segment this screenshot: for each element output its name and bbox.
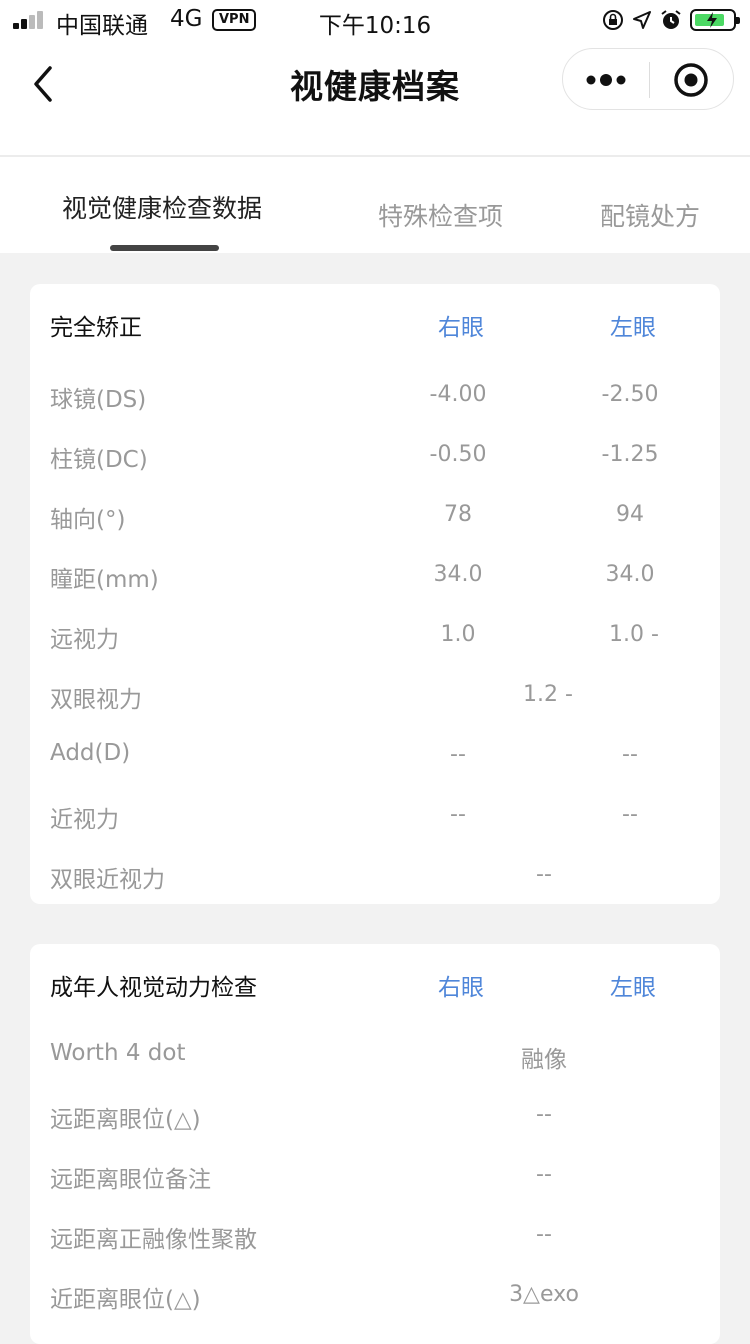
binocular-value: -- bbox=[536, 1102, 552, 1127]
left-eye-value: 94 bbox=[616, 502, 644, 527]
alarm-icon bbox=[661, 10, 681, 29]
card-title: 完全矫正 bbox=[50, 315, 142, 341]
row-label: 远距离正融像性聚散 bbox=[50, 1227, 257, 1253]
more-icon[interactable] bbox=[581, 65, 631, 95]
right-eye-value: 1.0 bbox=[440, 622, 476, 647]
location-arrow-icon bbox=[633, 11, 651, 29]
left-eye-header: 左眼 bbox=[610, 315, 656, 341]
right-eye-value: 78 bbox=[444, 502, 472, 527]
adult-visual-dynamics-card: 成年人视觉动力检查 右眼 左眼 Worth 4 dot 融像 远距离眼位(△) … bbox=[30, 944, 720, 1344]
tab-special-exams[interactable]: 特殊检查项 bbox=[378, 197, 503, 233]
right-eye-header: 右眼 bbox=[438, 975, 484, 1001]
left-eye-value: -2.50 bbox=[601, 382, 659, 407]
binocular-value: -- bbox=[536, 862, 552, 887]
row-label: 柱镜(DC) bbox=[50, 447, 148, 473]
row-label: 近视力 bbox=[50, 807, 119, 833]
binocular-value: -- bbox=[536, 1222, 552, 1247]
left-eye-value: -- bbox=[622, 742, 638, 767]
binocular-value: 3△exo bbox=[509, 1282, 579, 1307]
card-title: 成年人视觉动力检查 bbox=[50, 975, 257, 1001]
mini-program-capsule bbox=[562, 48, 734, 110]
row-label: 远距离眼位(△) bbox=[50, 1107, 201, 1133]
right-eye-value: -0.50 bbox=[429, 442, 487, 467]
row-label: 瞳距(mm) bbox=[50, 567, 159, 593]
binocular-value: -- bbox=[536, 1162, 552, 1187]
full-correction-card: 完全矫正 右眼 左眼 球镜(DS) -4.00 -2.50 柱镜(DC) -0.… bbox=[30, 284, 720, 904]
right-eye-value: -- bbox=[450, 742, 466, 767]
orientation-lock-icon bbox=[603, 10, 623, 30]
left-eye-value: 1.0 - bbox=[609, 622, 659, 647]
row-label: 远视力 bbox=[50, 627, 119, 653]
right-eye-value: 34.0 bbox=[433, 562, 483, 587]
status-bar: 中国联通 4G VPN 下午10:16 bbox=[0, 0, 750, 40]
right-eye-value: -4.00 bbox=[429, 382, 487, 407]
close-miniprogram-icon[interactable] bbox=[673, 62, 709, 98]
right-eye-value: -- bbox=[450, 802, 466, 827]
row-label: 双眼视力 bbox=[50, 687, 142, 713]
status-icons bbox=[602, 7, 740, 33]
tab-bar: 视觉健康检查数据 特殊检查项 配镜处方 bbox=[0, 157, 750, 253]
battery-icon bbox=[690, 9, 740, 31]
row-label: 球镜(DS) bbox=[50, 387, 147, 413]
left-eye-value: 34.0 bbox=[605, 562, 655, 587]
row-label: 远距离眼位备注 bbox=[50, 1167, 211, 1193]
tab-glasses-prescription[interactable]: 配镜处方 bbox=[600, 197, 700, 233]
left-eye-value: -- bbox=[622, 802, 638, 827]
tab-active-indicator bbox=[110, 245, 219, 251]
binocular-value: 1.2 - bbox=[523, 682, 573, 707]
left-eye-value: -1.25 bbox=[601, 442, 659, 467]
row-label: 近距离眼位(△) bbox=[50, 1287, 201, 1313]
row-label: 轴向(°) bbox=[50, 507, 126, 533]
row-label: Add(D) bbox=[50, 740, 131, 766]
row-label: 双眼近视力 bbox=[50, 867, 165, 893]
left-eye-header: 左眼 bbox=[610, 975, 656, 1001]
tab-vision-health-data[interactable]: 视觉健康检查数据 bbox=[62, 189, 262, 225]
row-label: Worth 4 dot bbox=[50, 1040, 186, 1066]
nav-bar: 视健康档案 bbox=[0, 40, 750, 156]
right-eye-header: 右眼 bbox=[438, 315, 484, 341]
binocular-value: 融像 bbox=[521, 1047, 567, 1073]
